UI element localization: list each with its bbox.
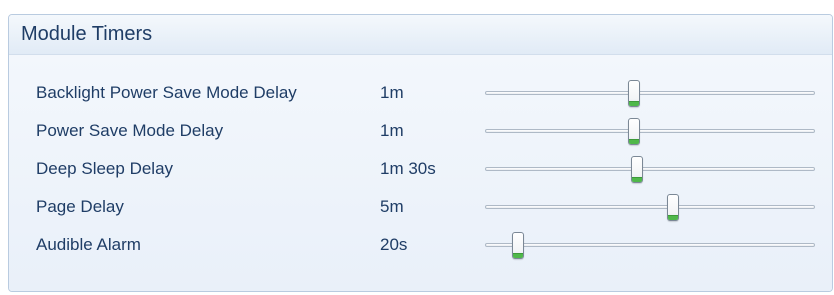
page-delay-slider[interactable]: [485, 189, 815, 225]
panel-body: Backlight Power Save Mode Delay 1m Power…: [9, 55, 832, 291]
slider-track[interactable]: [485, 129, 815, 133]
power-save-delay-slider[interactable]: [485, 113, 815, 149]
slider-track[interactable]: [485, 205, 815, 209]
timer-value: 1m 30s: [380, 159, 436, 178]
slider-track[interactable]: [485, 91, 815, 95]
timer-row-backlight-power-save: Backlight Power Save Mode Delay 1m: [9, 75, 832, 111]
timer-label: Backlight Power Save Mode Delay: [36, 83, 297, 102]
timer-label: Power Save Mode Delay: [36, 121, 224, 140]
module-timers-panel: Module Timers Backlight Power Save Mode …: [8, 14, 833, 292]
timer-row-audible-alarm: Audible Alarm 20s: [9, 227, 832, 263]
slider-thumb[interactable]: [512, 232, 524, 259]
backlight-power-save-delay-slider[interactable]: [485, 75, 815, 111]
timer-label: Page Delay: [36, 197, 124, 216]
timer-value: 20s: [380, 235, 408, 254]
audible-alarm-slider[interactable]: [485, 227, 815, 263]
timer-row-power-save: Power Save Mode Delay 1m: [9, 113, 832, 149]
slider-track[interactable]: [485, 167, 815, 171]
panel-header: Module Timers: [9, 15, 832, 55]
slider-thumb[interactable]: [628, 80, 640, 107]
timer-value: 5m: [380, 197, 404, 216]
slider-thumb[interactable]: [628, 118, 640, 145]
slider-thumb[interactable]: [631, 156, 643, 183]
timer-value: 1m: [380, 121, 404, 140]
slider-thumb[interactable]: [667, 194, 679, 221]
timer-row-page-delay: Page Delay 5m: [9, 189, 832, 225]
panel-title: Module Timers: [21, 23, 153, 45]
timer-row-deep-sleep: Deep Sleep Delay 1m 30s: [9, 151, 832, 187]
timer-value: 1m: [380, 83, 404, 102]
timer-label: Deep Sleep Delay: [36, 159, 174, 178]
deep-sleep-delay-slider[interactable]: [485, 151, 815, 187]
slider-track[interactable]: [485, 243, 815, 247]
timer-label: Audible Alarm: [36, 235, 141, 254]
